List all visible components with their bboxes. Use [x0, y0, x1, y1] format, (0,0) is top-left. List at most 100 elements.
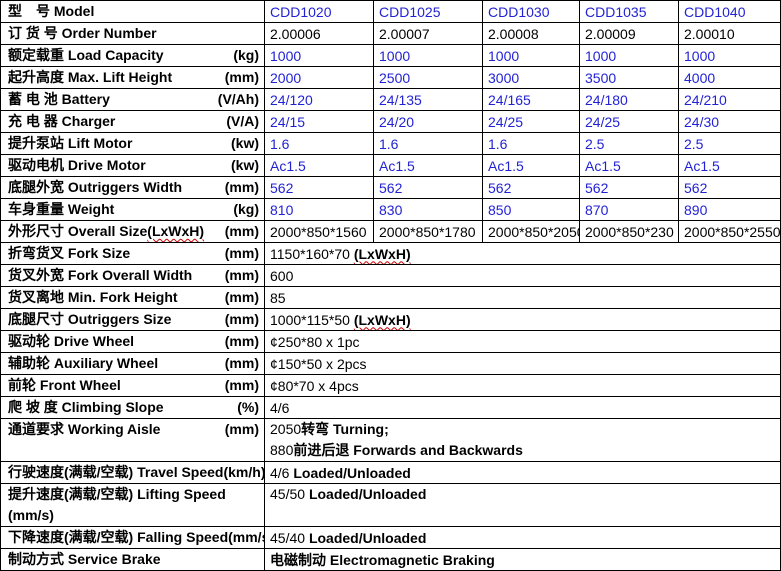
value-cell: 1000 [265, 45, 374, 67]
value-cell: 2.00010 [679, 23, 781, 45]
cell-text-bold: 前进后退 Forwards and Backwards [293, 442, 523, 458]
value-cell: CDD1020 [265, 1, 374, 23]
label-cell: 底腿外宽 Outriggers Width(mm) [1, 177, 265, 199]
cell-line: 2050转弯 Turning; [270, 419, 776, 440]
value-cell: 2000*850*230 [580, 221, 679, 243]
value-cell: 24/180 [580, 89, 679, 111]
row-label: 底腿尺寸 Outriggers Size [8, 309, 171, 330]
value-cell: 2000*850*1560 [265, 221, 374, 243]
value-cell: Ac1.5 [374, 155, 483, 177]
label-cell: 底腿尺寸 Outriggers Size(mm) [1, 309, 265, 331]
value-cell: 85 [265, 287, 781, 309]
table-row-travel-speed: 行驶速度(满载/空载) Travel Speed(km/h) 4/6 Loade… [1, 462, 781, 484]
value-cell: 45/50 Loaded/Unloaded [265, 484, 781, 527]
value-cell: 24/120 [265, 89, 374, 111]
row-unit: (mm/s) [8, 505, 54, 526]
row-label: 爬 坡 度 Climbing Slope [8, 397, 164, 418]
row-label: 行驶速度(满载/空载) Travel Speed [8, 462, 223, 483]
row-label: 外形尺寸 Overall Size(LxWxH) [8, 221, 204, 242]
cell-text-bold: 电磁制动 Electromagnetic Braking [270, 552, 495, 568]
row-label: 货叉外宽 Fork Overall Width [8, 265, 192, 286]
cell-text: ¢80*70 x 4pcs [270, 378, 359, 394]
label-cell: 爬 坡 度 Climbing Slope (%) [1, 397, 265, 419]
label-cell: 货叉离地 Min. Fork Height (mm) [1, 287, 265, 309]
row-unit: (kw) [231, 133, 259, 154]
value-cell: 850 [483, 199, 580, 221]
row-unit: (mm) [225, 221, 259, 242]
value-cell: 562 [679, 177, 781, 199]
table-row-battery: 蓄 电 池 Battery(V/Ah) 24/120 24/135 24/165… [1, 89, 781, 111]
value-cell: 562 [580, 177, 679, 199]
label-cell: 折弯货叉 Fork Size (mm) [1, 243, 265, 265]
value-cell: 4/6 Loaded/Unloaded [265, 462, 781, 484]
row-unit: (V/Ah) [218, 89, 259, 110]
value-cell: 2.00009 [580, 23, 679, 45]
label-cell: 型 号 Model [1, 1, 265, 23]
label-cell: 货叉外宽 Fork Overall Width(mm) [1, 265, 265, 287]
value-cell: 2.5 [679, 133, 781, 155]
table-row-lift-motor: 提升泵站 Lift Motor(kw) 1.6 1.6 1.6 2.5 2.5 [1, 133, 781, 155]
value-cell: 1000 [483, 45, 580, 67]
value-cell: 1000*115*50 (LxWxH) [265, 309, 781, 331]
value-cell: 1.6 [374, 133, 483, 155]
value-cell: 562 [483, 177, 580, 199]
row-label: 蓄 电 池 Battery [8, 89, 110, 110]
row-label: 折弯货叉 Fork Size [8, 243, 130, 264]
value-cell: 810 [265, 199, 374, 221]
spec-table: 型 号 Model CDD1020 CDD1025 CDD1030 CDD103… [0, 0, 781, 571]
cell-text: 45/50 [270, 486, 309, 502]
value-cell: 562 [374, 177, 483, 199]
table-row-overall-size: 外形尺寸 Overall Size(LxWxH) (mm) 2000*850*15… [1, 221, 781, 243]
label-cell: 驱动轮 Drive Wheel(mm) [1, 331, 265, 353]
cell-text: 600 [270, 268, 293, 284]
table-row-lifting-speed: 提升速度(满载/空载) Lifting Speed (mm/s) 45/50 L… [1, 484, 781, 527]
row-unit: (mm/s) [228, 527, 264, 548]
value-cell: 870 [580, 199, 679, 221]
misspelled-text: (LxWxH) [354, 312, 411, 328]
table-row-working-aisle: 通道要求 Working Aisle(mm) 2050转弯 Turning; 8… [1, 419, 781, 462]
table-row-service-brake: 制动方式 Service Brake 电磁制动 Electromagnetic … [1, 549, 781, 571]
label-cell: 提升速度(满载/空载) Lifting Speed (mm/s) [1, 484, 265, 527]
value-cell: 890 [679, 199, 781, 221]
value-cell: 4/6 [265, 397, 781, 419]
label-cell: 辅助轮 Auxiliary Wheel(mm) [1, 353, 265, 375]
value-cell: 600 [265, 265, 781, 287]
value-cell: 24/30 [679, 111, 781, 133]
row-label: 辅助轮 Auxiliary Wheel [8, 353, 158, 374]
row-label: 前轮 Front Wheel [8, 375, 121, 396]
row-unit: (mm) [225, 243, 259, 264]
value-cell: Ac1.5 [265, 155, 374, 177]
value-cell: 2.00007 [374, 23, 483, 45]
cell-text: 1150*160*70 [270, 246, 354, 262]
value-cell: 562 [265, 177, 374, 199]
value-cell: 2000*850*2050 [483, 221, 580, 243]
table-row-drive-motor: 驱动电机 Drive Motor(kw) Ac1.5 Ac1.5 Ac1.5 A… [1, 155, 781, 177]
label-cell: 下降速度(满载/空载) Falling Speed(mm/s) [1, 527, 265, 549]
value-cell: 45/40 Loaded/Unloaded [265, 527, 781, 549]
row-unit: (mm) [225, 287, 259, 308]
row-label: 底腿外宽 Outriggers Width [8, 177, 182, 198]
table-row-weight: 车身重量 Weight(kg) 810 830 850 870 890 [1, 199, 781, 221]
row-label: 提升泵站 Lift Motor [8, 133, 132, 154]
cell-text: 1000*115*50 [270, 312, 354, 328]
value-cell: 3000 [483, 67, 580, 89]
cell-text: 85 [270, 290, 286, 306]
row-label: 制动方式 Service Brake [8, 549, 161, 570]
row-label: 额定载重 Load Capacity [8, 45, 164, 66]
cell-text: ¢150*50 x 2pcs [270, 356, 367, 372]
value-cell: 2050转弯 Turning; 880前进后退 Forwards and Bac… [265, 419, 781, 462]
row-label: 货叉离地 Min. Fork Height [8, 287, 178, 308]
row-unit: (%) [237, 397, 259, 418]
value-cell: 2.5 [580, 133, 679, 155]
table-row-charger: 充 电 器 Charger(V/A) 24/15 24/20 24/25 24/… [1, 111, 781, 133]
label-cell: 额定载重 Load Capacity(kg) [1, 45, 265, 67]
value-cell: 4000 [679, 67, 781, 89]
table-row-outriggers-width: 底腿外宽 Outriggers Width(mm) 562 562 562 56… [1, 177, 781, 199]
cell-text: 2050 [270, 421, 301, 437]
value-cell: Ac1.5 [580, 155, 679, 177]
value-cell: ¢150*50 x 2pcs [265, 353, 781, 375]
cell-text: 880 [270, 442, 293, 458]
value-cell: 1000 [679, 45, 781, 67]
table-row-model: 型 号 Model CDD1020 CDD1025 CDD1030 CDD103… [1, 1, 781, 23]
row-label-text: 外形尺寸 Overall Size [8, 223, 147, 239]
